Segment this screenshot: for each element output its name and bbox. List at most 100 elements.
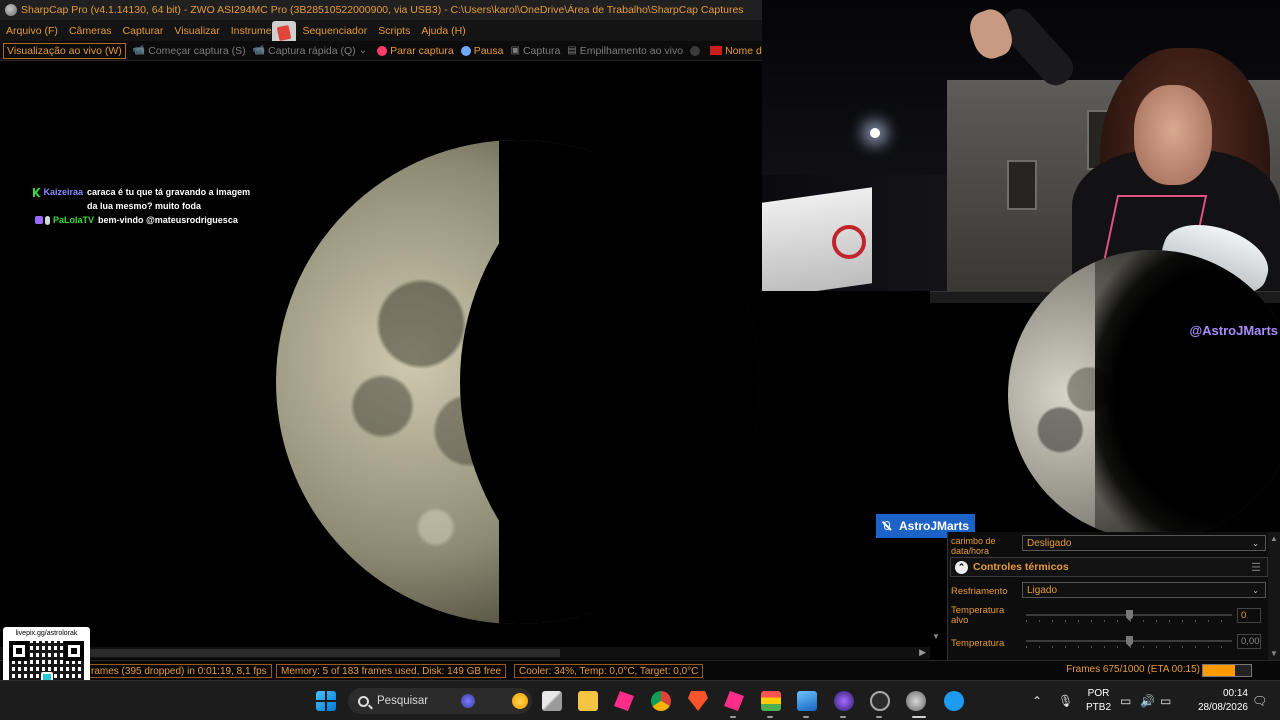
- record-dot-button[interactable]: [690, 45, 703, 56]
- timestamp-dropdown[interactable]: Desligado ⌄: [1022, 535, 1266, 551]
- timestamp-label: carimbo de data/hora: [951, 536, 996, 556]
- stellarium-icon[interactable]: [834, 691, 854, 711]
- snapshot-label: Captura: [522, 44, 561, 57]
- cooling-value: Ligado: [1027, 584, 1058, 596]
- file-explorer-icon[interactable]: [578, 691, 598, 711]
- app-blue-icon[interactable]: [944, 691, 964, 711]
- nametag-label: AstroJMarts: [899, 519, 970, 533]
- video-camera-icon: 📹: [252, 45, 266, 56]
- qr-url: livepix.gg/astrolorak: [15, 630, 78, 637]
- running-indicator-active: [912, 716, 926, 718]
- scrollbar-thumb[interactable]: [90, 649, 560, 657]
- windows-start-icon[interactable]: [316, 691, 336, 711]
- menu-arquivo[interactable]: Arquivo (F): [6, 25, 58, 37]
- copilot-icon: [461, 694, 476, 708]
- chat-overlay: Kaizeiraa caraca é tu que tá gravando a …: [26, 186, 256, 229]
- panel-scroll-arrow-icon[interactable]: ▼: [932, 632, 940, 641]
- snapshot-button[interactable]: ▣ Captura: [510, 45, 560, 57]
- stop-capture-button[interactable]: Parar captura: [377, 45, 454, 57]
- keyboard-layout: PTB2: [1086, 702, 1112, 713]
- moon-preview-image: [1008, 250, 1280, 540]
- notifications-icon[interactable]: 🗨: [1252, 681, 1267, 720]
- capture-progress-fill: [1203, 665, 1236, 676]
- status-bar: rames (395 dropped) in 0:01:19, 8,1 fps …: [0, 660, 1280, 680]
- frames-status: rames (395 dropped) in 0:01:19, 8,1 fps: [86, 664, 272, 678]
- menu-capturar[interactable]: Capturar: [123, 25, 164, 37]
- capture-toolbar: Visualização ao vivo (W) 📹 Começar captur…: [0, 41, 804, 61]
- chat-message: Kaizeiraa caraca é tu que tá gravando a …: [26, 186, 256, 213]
- chevron-down-icon: ⌄: [1252, 538, 1259, 548]
- app-pink-icon-2[interactable]: [724, 691, 744, 711]
- start-capture-button[interactable]: 📹 Começar captura (S): [133, 45, 246, 57]
- chevron-down-icon[interactable]: ⌄: [359, 45, 367, 56]
- bing-icon: [511, 693, 528, 709]
- menu-sequenciador[interactable]: Sequenciador: [302, 25, 367, 37]
- live-stack-label: Empilhamento ao vivo: [579, 44, 684, 57]
- target-temp-slider[interactable]: [1026, 610, 1232, 622]
- scroll-right-icon[interactable]: ▶: [919, 647, 926, 658]
- webcam-feed: [762, 0, 1280, 291]
- volume-icon[interactable]: 🔊: [1140, 681, 1155, 720]
- photos-icon[interactable]: [797, 691, 817, 711]
- moon-live-image: [276, 140, 760, 624]
- brave-icon[interactable]: [688, 691, 708, 711]
- chat-username: PaLolaTV: [53, 215, 95, 225]
- app-colorful-icon[interactable]: [761, 691, 781, 711]
- pause-icon: [460, 45, 471, 56]
- chat-text: caraca é tu que tá gravando a imagem da …: [87, 187, 251, 211]
- target-icon: [710, 46, 723, 55]
- chrome-icon[interactable]: [651, 691, 671, 711]
- video-camera-icon: 📹: [132, 45, 146, 56]
- quick-capture-button[interactable]: 📹 Captura rápida (Q) ⌄: [253, 45, 370, 57]
- system-clock[interactable]: 00:14 28/08/2026: [1198, 687, 1248, 715]
- running-indicator: [840, 716, 846, 718]
- chat-text: bem-vindo @mateusrodriguesca: [98, 215, 238, 225]
- live-stack-button[interactable]: ▤ Empilhamento ao vivo: [567, 45, 683, 57]
- sharpcap-app-icon: [5, 4, 17, 16]
- tray-overflow-icon[interactable]: ⌃: [1032, 681, 1042, 720]
- menu-scripts[interactable]: Scripts: [378, 25, 410, 37]
- menu-cameras[interactable]: Câmeras: [69, 25, 112, 37]
- hamburger-menu-icon[interactable]: ☰: [1251, 561, 1261, 574]
- panel-scrollbar[interactable]: ▲ ▼: [1268, 532, 1280, 660]
- clock-time: 00:14: [1222, 688, 1248, 699]
- stop-capture-label: Parar captura: [390, 44, 454, 57]
- obs-icon[interactable]: [870, 691, 890, 711]
- live-view-button[interactable]: Visualização ao vivo (W): [3, 42, 126, 59]
- kick-badge-icon: [32, 188, 41, 197]
- app-pink-icon[interactable]: [614, 691, 634, 711]
- menu-ajuda[interactable]: Ajuda (H): [421, 25, 465, 37]
- cooling-label: Resfriamento: [951, 586, 1008, 597]
- stack-icon: ▤: [567, 45, 577, 56]
- chat-message: PaLolaTV bem-vindo @mateusrodriguesca: [26, 214, 256, 228]
- battery-icon[interactable]: ▭: [1160, 681, 1171, 720]
- sharpcap-taskbar-icon[interactable]: [906, 691, 926, 711]
- scroll-down-icon[interactable]: ▼: [1268, 649, 1280, 658]
- network-icon[interactable]: ▭: [1120, 681, 1131, 720]
- record-dot-icon: [690, 45, 701, 56]
- task-view-icon[interactable]: [542, 691, 562, 711]
- temperature-label: Temperatura: [951, 638, 1005, 649]
- memory-status: Memory: 5 of 183 frames used, Disk: 149 …: [276, 664, 507, 678]
- streetlight: [870, 128, 880, 138]
- mic-muted-icon: [881, 520, 891, 532]
- mic-badge-icon: [45, 216, 50, 225]
- chat-username: Kaizeiraa: [43, 187, 84, 197]
- cooling-dropdown[interactable]: Ligado ⌄: [1022, 582, 1266, 598]
- image-horizontal-scrollbar[interactable]: ▶: [0, 647, 930, 659]
- language-indicator[interactable]: POR PTB2: [1086, 687, 1111, 715]
- thermal-controls-header[interactable]: ⌃ Controles térmicos ☰: [950, 557, 1268, 577]
- pause-button[interactable]: Pausa: [460, 45, 503, 57]
- taskbar-search[interactable]: Pesquisar: [348, 688, 532, 714]
- collapse-chevron-icon[interactable]: ⌃: [955, 560, 968, 574]
- scroll-up-icon[interactable]: ▲: [1268, 534, 1280, 543]
- chevron-down-icon: ⌄: [1252, 585, 1259, 595]
- streamer-handle: @AstroJMarts: [1189, 323, 1278, 338]
- clock-date: 28/08/2026: [1197, 702, 1248, 713]
- menu-visualizar[interactable]: Visualizar: [174, 25, 219, 37]
- microphone-icon[interactable]: 🎙: [1058, 681, 1073, 720]
- twitch-badge-icon: [35, 216, 43, 224]
- cooler-status: Cooler: 34%, Temp: 0,0°C, Target: 0,0°C: [514, 664, 704, 678]
- running-indicator: [803, 716, 809, 718]
- target-temp-input[interactable]: 0: [1237, 608, 1261, 623]
